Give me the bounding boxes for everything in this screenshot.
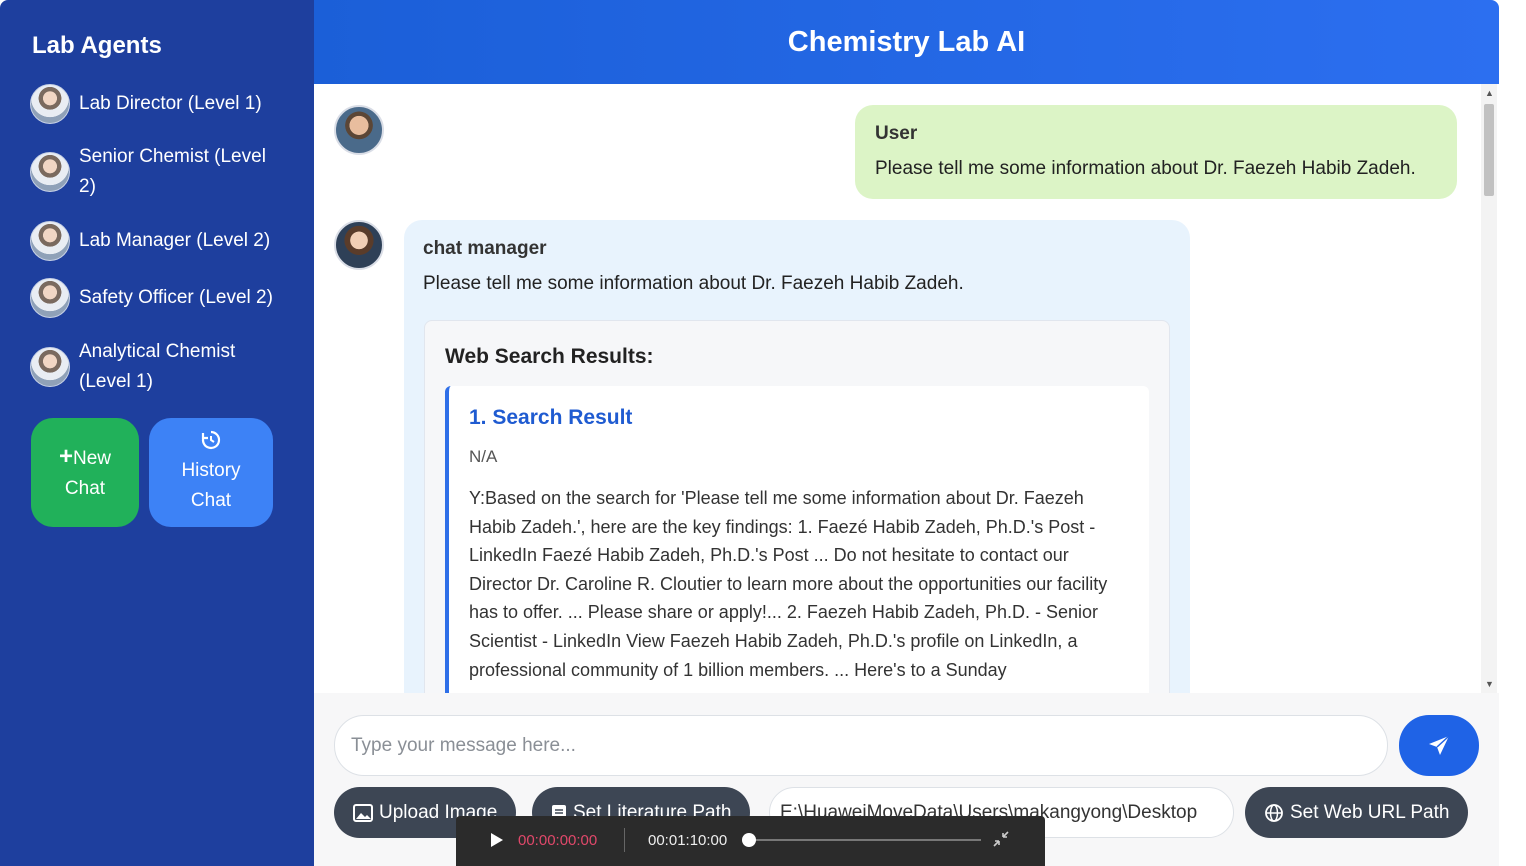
- search-results-heading: Web Search Results:: [445, 345, 654, 368]
- avatar: [30, 347, 70, 387]
- user-avatar: [334, 105, 384, 155]
- exit-fullscreen-icon[interactable]: [992, 830, 1010, 852]
- app-root: Lab Agents Lab Director (Level 1) Senior…: [0, 0, 1526, 866]
- agent-label: Lab Manager (Level 2): [79, 230, 271, 251]
- sidebar-title: Lab Agents: [32, 32, 162, 59]
- user-message-bubble: User Please tell me some information abo…: [855, 105, 1457, 199]
- agent-label: Senior Chemist (Level 2): [79, 146, 266, 197]
- avatar: [30, 152, 70, 192]
- set-web-url-path-button[interactable]: Set Web URL Path: [1245, 787, 1469, 838]
- history-chat-button[interactable]: History Chat: [149, 418, 273, 527]
- search-result-body: Y:Based on the search for 'Please tell m…: [469, 488, 1108, 680]
- scroll-thumb[interactable]: [1484, 104, 1494, 196]
- agent-safety-officer[interactable]: Safety Officer (Level 2): [30, 278, 300, 318]
- seek-track[interactable]: [748, 839, 981, 841]
- plus-icon: +: [58, 442, 73, 470]
- agent-lab-director[interactable]: Lab Director (Level 1): [30, 84, 300, 124]
- seek-handle[interactable]: [742, 833, 756, 847]
- send-button[interactable]: [1399, 715, 1479, 776]
- avatar: [30, 84, 70, 124]
- globe-icon: [1265, 803, 1283, 822]
- sender-name: User: [875, 123, 918, 144]
- image-icon: [353, 803, 373, 822]
- scroll-down-icon[interactable]: ▼: [1485, 679, 1494, 689]
- chat-scrollbar[interactable]: ▲ ▼: [1481, 84, 1497, 693]
- send-icon: [1429, 734, 1450, 755]
- agent-analytical-chemist[interactable]: Analytical Chemist (Level 1): [30, 337, 270, 397]
- message-input[interactable]: [334, 715, 1388, 776]
- total-time: 00:01:10:00: [648, 832, 728, 849]
- avatar: [30, 221, 70, 261]
- message-text: Please tell me some information about Dr…: [875, 158, 1416, 179]
- play-icon[interactable]: [490, 832, 504, 852]
- bot-message-bubble: chat manager Please tell me some informa…: [404, 220, 1190, 693]
- search-result-meta: N/A: [469, 447, 498, 466]
- message-text: Please tell me some information about Dr…: [423, 273, 964, 294]
- header: Chemistry Lab AI: [314, 0, 1499, 84]
- search-result-title[interactable]: 1. Search Result: [469, 406, 1129, 430]
- agent-label: Lab Director (Level 1): [79, 93, 262, 114]
- avatar: [30, 278, 70, 318]
- video-player-bar: 00:00:00:00 00:01:10:00: [456, 816, 1045, 866]
- web-search-results: Web Search Results: 1. Search Result N/A…: [424, 320, 1170, 693]
- chat-area[interactable]: User Please tell me some information abo…: [314, 84, 1499, 693]
- scroll-up-icon[interactable]: ▲: [1485, 88, 1494, 98]
- agent-senior-chemist[interactable]: Senior Chemist (Level 2): [30, 142, 280, 202]
- chat-manager-avatar: [334, 220, 384, 270]
- page-title: Chemistry Lab AI: [787, 26, 1026, 58]
- agent-label: Analytical Chemist (Level 1): [79, 341, 236, 392]
- search-result-item: 1. Search Result N/A Y:Based on the sear…: [445, 386, 1149, 693]
- history-icon: [149, 430, 273, 456]
- new-chat-button[interactable]: +New Chat: [31, 418, 139, 527]
- current-time: 00:00:00:00: [518, 832, 598, 849]
- agent-label: Safety Officer (Level 2): [79, 287, 273, 308]
- sidebar: Lab Agents Lab Director (Level 1) Senior…: [0, 0, 314, 866]
- divider: [624, 828, 625, 852]
- agent-lab-manager[interactable]: Lab Manager (Level 2): [30, 221, 300, 261]
- sender-name: chat manager: [423, 238, 547, 259]
